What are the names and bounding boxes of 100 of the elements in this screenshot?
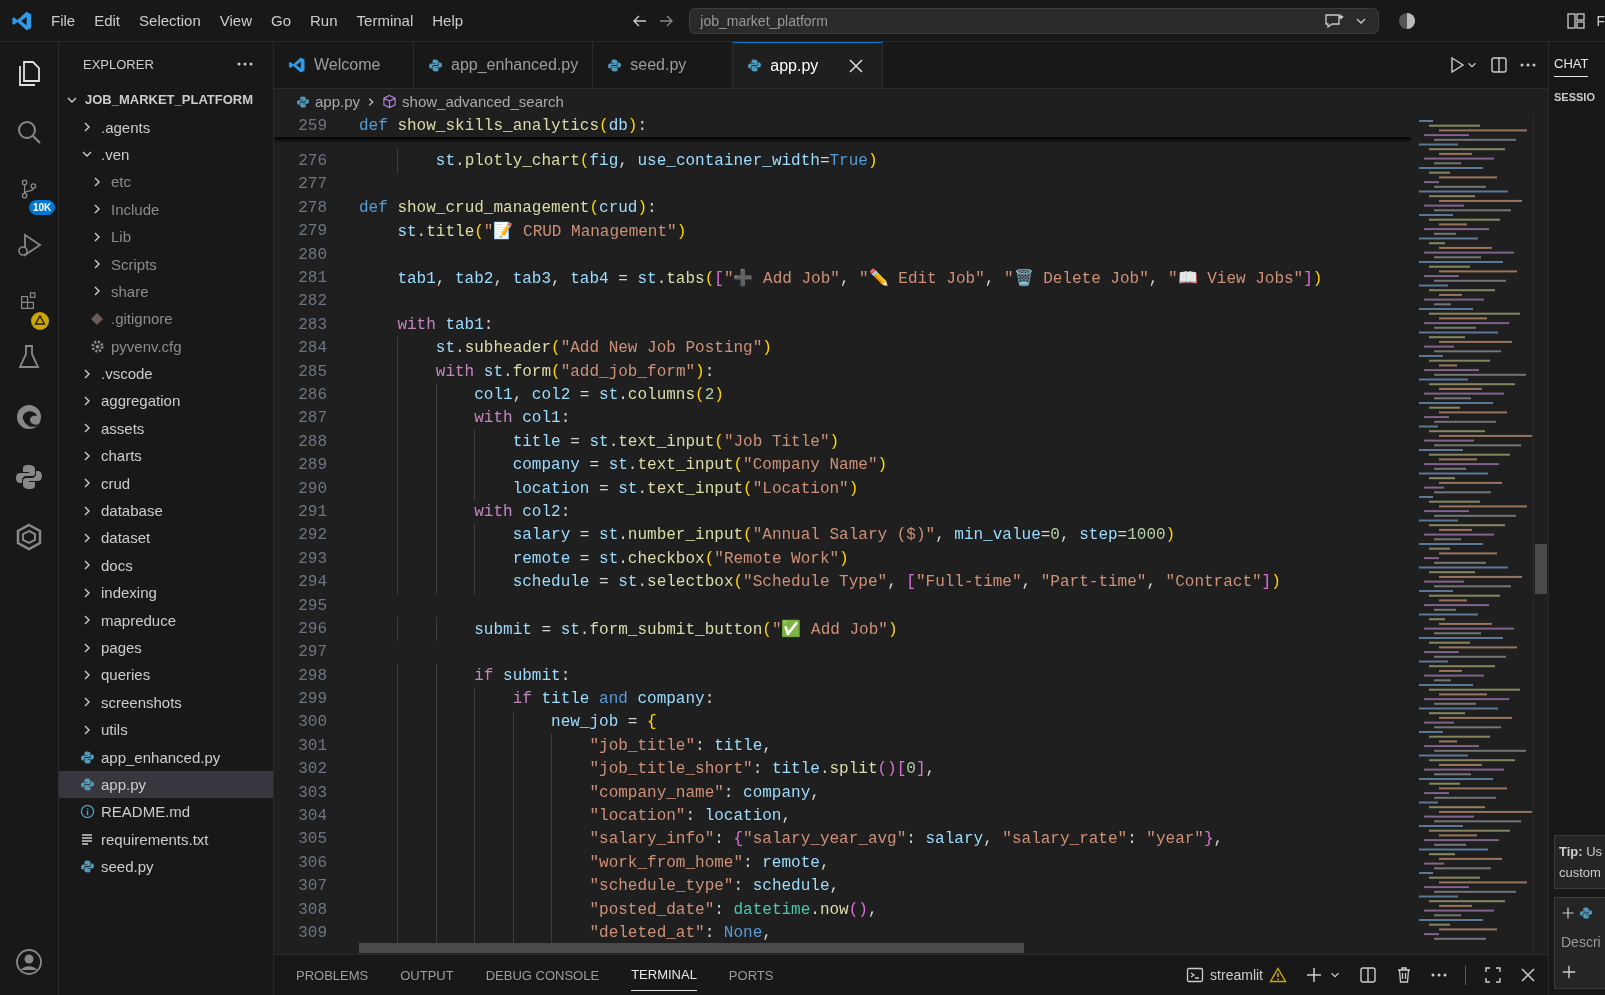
line-number: 290 (297, 479, 327, 498)
scrollbar-thumb[interactable] (1535, 544, 1547, 594)
panel-tab[interactable]: DEBUG CONSOLE (485, 959, 600, 991)
panel-tab[interactable]: TERMINAL (631, 959, 697, 991)
close-icon[interactable] (848, 57, 865, 74)
line-number: 259 (297, 116, 327, 135)
code-line: location = st.text_input("Location") (511, 479, 859, 498)
tree-item[interactable]: docs (59, 551, 273, 580)
tree-item[interactable]: app.py (59, 770, 273, 799)
tree-item[interactable]: assets (59, 414, 273, 443)
panel-tab[interactable]: OUTPUT (400, 959, 454, 991)
tree-item[interactable]: .gitignore (59, 305, 273, 333)
menu-item[interactable]: Selection (139, 12, 201, 29)
split-editor-icon[interactable] (1490, 56, 1508, 74)
menu-item[interactable]: Edit (94, 12, 121, 29)
panel-tab[interactable]: PROBLEMS (296, 959, 369, 991)
line-number: 283 (297, 315, 327, 334)
more-actions-icon[interactable] (237, 62, 253, 66)
more-actions-icon[interactable] (1520, 63, 1536, 67)
terminal-icon (1186, 966, 1205, 984)
code-line: remote = st.checkbox("Remote Work") (511, 549, 849, 568)
tree-item[interactable]: pages (59, 633, 273, 662)
horizontal-scrollbar[interactable] (359, 943, 1024, 953)
plus-icon[interactable] (1561, 906, 1575, 920)
info-icon (79, 804, 95, 820)
tree-item[interactable]: utils (59, 716, 273, 744)
python-icon (428, 57, 443, 73)
code-line: salary = st.number_input("Annual Salary ($)", min_value=0, step=1000) (511, 526, 1176, 545)
editor-tab[interactable]: app_enhanced.py (414, 42, 594, 88)
tree-item[interactable]: requirements.txt (59, 825, 273, 853)
menu-item[interactable]: Help (432, 12, 464, 29)
tree-item[interactable]: Scripts (59, 250, 273, 278)
code-line: st.title("📝 CRUD Management") (396, 221, 687, 242)
terminal-name[interactable]: streamlit (1210, 967, 1263, 983)
hexagon-icon[interactable] (14, 522, 44, 552)
menu-item[interactable]: Go (271, 12, 291, 29)
tree-item[interactable]: .vscode (59, 359, 273, 388)
chat-tab[interactable]: CHAT (1554, 56, 1589, 77)
plus-icon[interactable] (1561, 964, 1577, 980)
tree-item[interactable]: .agents (59, 113, 273, 141)
text-lines-icon (80, 832, 94, 847)
line-number: 296 (297, 619, 327, 638)
tree-item[interactable]: database (59, 496, 273, 525)
more-actions-icon[interactable] (1431, 973, 1447, 977)
code-line: submit = st.form_submit_button("✅ Add Job") (473, 618, 898, 639)
tree-item[interactable]: pyvenv.cfg (59, 332, 273, 360)
line-number: 298 (297, 666, 327, 685)
line-number: 276 (297, 152, 327, 171)
line-number: 306 (297, 853, 327, 872)
tree-item[interactable]: aggregation (59, 387, 273, 415)
menu-item[interactable]: Run (310, 12, 338, 29)
breadcrumb-item[interactable]: show_advanced_search (402, 93, 564, 110)
tree-item[interactable]: Lib (59, 222, 273, 251)
count-badge: 10K (29, 200, 56, 215)
layout-icon[interactable] (1566, 10, 1587, 31)
breadcrumb-item[interactable]: app.py (315, 93, 361, 110)
placeholder-text: Descri (1561, 934, 1601, 950)
editor-tab[interactable]: Welcome (274, 42, 414, 88)
close-icon[interactable] (1520, 967, 1536, 983)
python-icon (1579, 906, 1593, 920)
tree-item[interactable]: indexing (59, 579, 273, 607)
chat-input-field[interactable]: Descri (1554, 897, 1605, 989)
tree-item[interactable]: seed.py (59, 852, 273, 881)
search-field[interactable]: job_market_platform (689, 7, 1380, 34)
tree-item[interactable]: Include (59, 195, 273, 223)
trash-icon[interactable] (1395, 966, 1413, 984)
account-icon[interactable] (14, 947, 44, 977)
python-icon[interactable] (14, 462, 44, 492)
panel-tab[interactable]: PORTS (728, 959, 774, 991)
folder-root-label[interactable]: JOB_MARKET_PLATFORM (85, 92, 254, 108)
tree-item[interactable]: dataset (59, 524, 273, 552)
maximize-icon[interactable] (1484, 966, 1502, 984)
tree-item[interactable]: etc (59, 168, 273, 196)
tree-item[interactable]: app_enhanced.py (59, 743, 273, 771)
menu-item[interactable]: File (51, 12, 76, 29)
half-circle-icon[interactable] (1397, 10, 1418, 31)
split-editor-icon[interactable] (1359, 966, 1377, 984)
code-line: new_job = { (550, 713, 657, 732)
tree-item[interactable]: charts (59, 442, 273, 470)
warning-icon (31, 312, 49, 330)
tree-item[interactable]: mapreduce (59, 606, 273, 634)
code-line: schedule = st.selectbox("Schedule Type", ["Full-time", "Part-time", "Contract"]) (511, 573, 1281, 592)
tree-item[interactable]: crud (59, 469, 273, 497)
tree-item[interactable]: share (59, 277, 273, 306)
tree-item[interactable]: screenshots (59, 688, 273, 716)
run-icon[interactable] (1448, 56, 1466, 74)
code-line: def show_crud_management(crud): (359, 198, 657, 217)
gear-icon (89, 338, 105, 354)
tree-item[interactable]: README.md (59, 798, 273, 826)
tree-item[interactable]: queries (59, 661, 273, 689)
line-number: 302 (297, 760, 327, 779)
swirl-icon[interactable] (14, 402, 44, 432)
line-number: 288 (297, 432, 327, 451)
menu-item[interactable]: Terminal (356, 12, 414, 29)
editor-tab[interactable]: app.py (733, 42, 884, 88)
python-icon (607, 57, 623, 73)
plus-icon[interactable] (1305, 966, 1323, 984)
menu-item[interactable]: View (219, 12, 252, 29)
code-line: "work_from_home": remote, (588, 853, 830, 872)
tree-item[interactable]: .ven (59, 140, 273, 169)
